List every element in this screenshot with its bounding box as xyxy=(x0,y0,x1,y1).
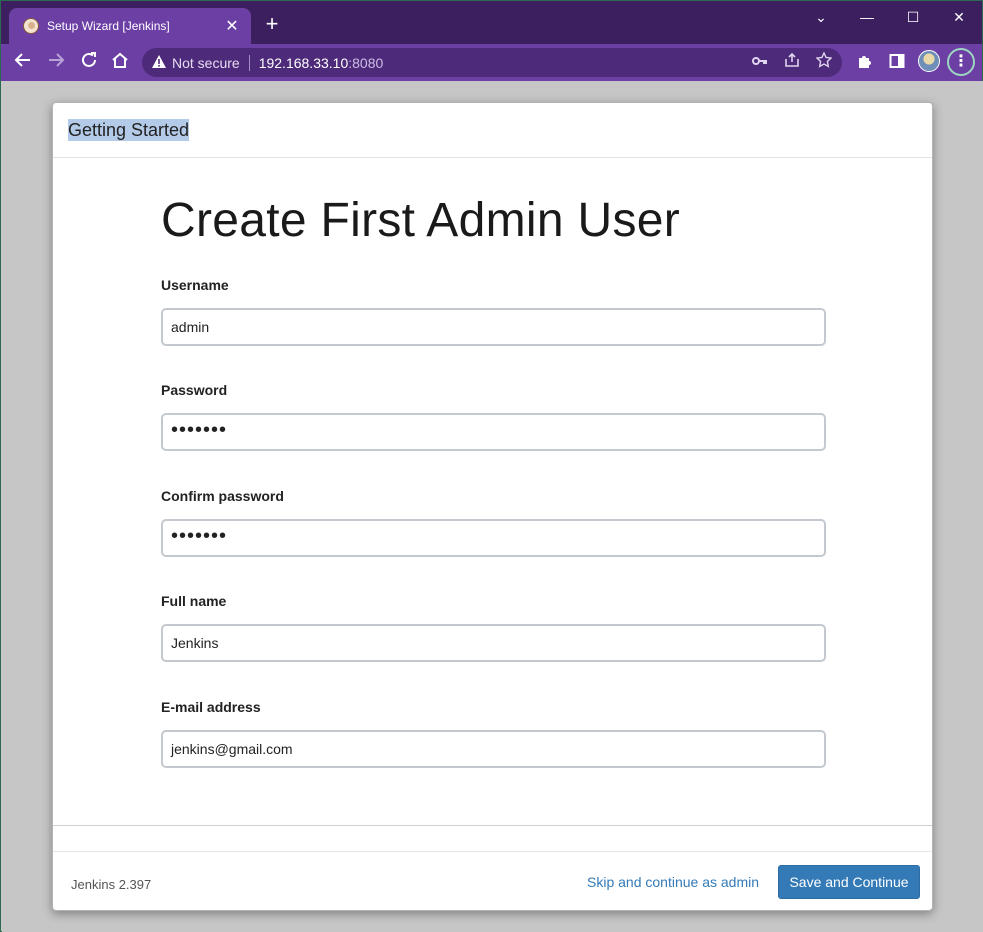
tab-title: Setup Wizard [Jenkins] xyxy=(47,19,170,33)
side-panel-icon[interactable] xyxy=(885,51,909,75)
back-arrow-icon[interactable] xyxy=(11,51,35,75)
share-icon[interactable] xyxy=(782,52,802,72)
security-status-label[interactable]: Not secure xyxy=(172,55,240,71)
key-icon[interactable] xyxy=(750,52,770,72)
home-icon[interactable] xyxy=(108,51,132,75)
dialog-footer: Jenkins 2.397 Skip and continue as admin… xyxy=(53,825,932,911)
full-name-label: Full name xyxy=(161,593,227,609)
footer-bar: Jenkins 2.397 Skip and continue as admin… xyxy=(53,851,932,912)
username-input[interactable]: admin xyxy=(161,308,826,346)
url-port: :8080 xyxy=(348,54,384,71)
full-name-input[interactable]: Jenkins xyxy=(161,624,826,662)
browser-toolbar: Not secure 192.168.33.10:8080 xyxy=(1,44,982,81)
jenkins-version: Jenkins 2.397 xyxy=(71,877,152,892)
password-label: Password xyxy=(161,382,228,398)
email-input[interactable]: jenkins@gmail.com xyxy=(161,730,826,768)
skip-continue-link[interactable]: Skip and continue as admin xyxy=(587,874,759,890)
close-window-button[interactable]: ✕ xyxy=(944,7,974,27)
maximize-button[interactable]: ☐ xyxy=(898,7,928,27)
minimize-button[interactable]: — xyxy=(852,7,882,27)
address-bar[interactable]: Not secure 192.168.33.10:8080 xyxy=(142,48,842,77)
puzzle-icon[interactable] xyxy=(853,51,877,75)
url-host: 192.168.33.10 xyxy=(258,54,349,71)
new-tab-button[interactable]: + xyxy=(260,13,284,37)
dialog-header: Getting Started xyxy=(53,103,932,158)
forward-arrow-icon[interactable] xyxy=(44,51,68,75)
username-label: Username xyxy=(161,277,229,293)
save-continue-button[interactable]: Save and Continue xyxy=(778,865,920,899)
warning-icon[interactable] xyxy=(152,54,166,71)
tab-close-icon[interactable]: ✕ xyxy=(223,16,241,36)
page-heading: Create First Admin User xyxy=(161,194,681,247)
dialog-body: Create First Admin User Username admin P… xyxy=(53,159,932,826)
email-label: E-mail address xyxy=(161,699,261,715)
star-icon[interactable] xyxy=(814,51,834,72)
dialog-title: Getting Started xyxy=(68,119,190,141)
kebab-menu-icon[interactable]: ⋮ xyxy=(947,48,975,76)
browser-tab-active[interactable]: Setup Wizard [Jenkins] ✕ xyxy=(9,8,251,44)
profile-avatar[interactable] xyxy=(918,50,940,72)
confirm-password-input[interactable]: ••••••• xyxy=(161,519,826,557)
reload-icon[interactable] xyxy=(77,51,101,75)
password-input[interactable]: ••••••• xyxy=(161,413,826,451)
jenkins-favicon-icon xyxy=(23,18,39,34)
setup-wizard-dialog: Getting Started Create First Admin User … xyxy=(52,102,933,911)
address-separator xyxy=(248,54,250,71)
tab-search-icon[interactable]: ⌄ xyxy=(806,7,836,27)
tab-strip: Setup Wizard [Jenkins] ✕ + ⌄ — ☐ ✕ xyxy=(1,1,982,44)
confirm-password-label: Confirm password xyxy=(161,488,284,504)
page-viewport: Getting Started Create First Admin User … xyxy=(2,81,983,932)
browser-window: Setup Wizard [Jenkins] ✕ + ⌄ — ☐ ✕ Not s… xyxy=(0,0,983,932)
